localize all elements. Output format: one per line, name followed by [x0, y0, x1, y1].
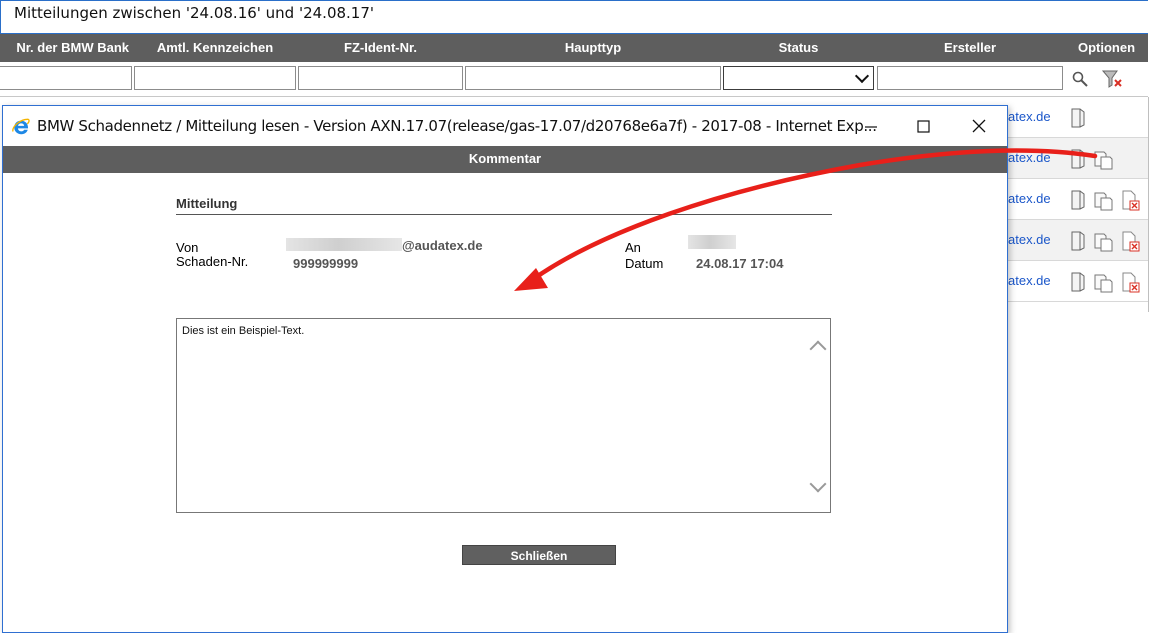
table-row[interactable]: atex.de	[1008, 220, 1148, 261]
read-icon[interactable]	[1068, 230, 1086, 252]
redacted-recipient	[688, 235, 736, 249]
message-popup-window: BMW Schadennetz / Mitteilung lesen - Ver…	[2, 105, 1008, 633]
list-title: Mitteilungen zwischen '24.08.16' und '24…	[0, 0, 1148, 33]
filter-haupttyp-input[interactable]	[465, 66, 721, 90]
table-row[interactable]: atex.de	[1008, 97, 1148, 138]
table-header: Nr. der BMW Bank Amtl. Kennzeichen FZ-Id…	[0, 34, 1148, 62]
close-window-button[interactable]	[957, 110, 1001, 142]
comment-header-bar: Kommentar	[3, 146, 1007, 173]
table-rows-visible: atex.de atex.de atex.de atex.de atex.de	[1008, 97, 1149, 312]
creator-link[interactable]: atex.de	[1008, 191, 1051, 206]
maximize-icon	[917, 120, 930, 133]
section-title: Mitteilung	[176, 196, 238, 211]
message-text: Dies ist ein Beispiel-Text.	[182, 325, 305, 337]
delete-icon[interactable]	[1120, 189, 1140, 211]
filter-status-select[interactable]	[723, 66, 874, 90]
filter-bmw-bank-input[interactable]	[0, 66, 132, 90]
table-row[interactable]: atex.de	[1008, 138, 1148, 179]
date-label: Datum	[625, 256, 664, 271]
filter-fz-ident-input[interactable]	[298, 66, 463, 90]
comments-icon[interactable]	[1092, 271, 1114, 293]
scroll-up-icon[interactable]	[809, 340, 827, 358]
filter-clear-icon[interactable]	[1101, 68, 1125, 90]
minimize-icon	[865, 126, 877, 128]
filter-kennzeichen-input[interactable]	[134, 66, 296, 90]
table-row[interactable]: atex.de	[1008, 261, 1148, 302]
internet-explorer-icon	[12, 118, 30, 135]
column-header-bmw-bank-nr[interactable]: Nr. der BMW Bank	[0, 34, 133, 62]
search-icon[interactable]	[1071, 70, 1089, 88]
creator-link[interactable]: atex.de	[1008, 150, 1051, 165]
column-header-fz-ident[interactable]: FZ-Ident-Nr.	[297, 34, 464, 62]
section-divider	[176, 214, 832, 215]
chevron-down-icon	[854, 68, 870, 84]
delete-icon[interactable]	[1120, 271, 1140, 293]
message-textarea[interactable]: Dies ist ein Beispiel-Text.	[176, 318, 831, 513]
claim-number-value: 999999999	[293, 256, 359, 271]
sender-domain: @audatex.de	[402, 238, 483, 253]
filter-ersteller-input[interactable]	[877, 66, 1063, 90]
close-button[interactable]: Schließen	[462, 545, 616, 565]
column-header-kennzeichen[interactable]: Amtl. Kennzeichen	[133, 34, 297, 62]
read-icon[interactable]	[1068, 148, 1086, 170]
window-titlebar[interactable]: BMW Schadennetz / Mitteilung lesen - Ver…	[3, 106, 1007, 146]
minimize-button[interactable]	[849, 110, 893, 142]
column-header-haupttyp[interactable]: Haupttyp	[464, 34, 722, 62]
to-label: An	[625, 240, 641, 255]
close-icon	[972, 119, 986, 133]
date-value: 24.08.17 17:04	[696, 256, 784, 271]
window-title: BMW Schadennetz / Mitteilung lesen - Ver…	[37, 117, 877, 135]
read-icon[interactable]	[1068, 107, 1086, 129]
delete-icon[interactable]	[1120, 230, 1140, 252]
column-header-optionen: Optionen	[1077, 40, 1136, 55]
filter-row	[0, 62, 1148, 97]
read-icon[interactable]	[1068, 189, 1086, 211]
from-label: Von	[176, 240, 199, 255]
claim-number-label: Schaden-Nr.	[176, 254, 249, 269]
comments-icon[interactable]	[1092, 148, 1114, 170]
column-header-status[interactable]: Status	[722, 34, 875, 62]
creator-link[interactable]: atex.de	[1008, 273, 1051, 288]
read-icon[interactable]	[1068, 271, 1086, 293]
comments-icon[interactable]	[1092, 189, 1114, 211]
redacted-sender	[286, 238, 402, 251]
creator-link[interactable]: atex.de	[1008, 109, 1051, 124]
table-row[interactable]: atex.de	[1008, 179, 1148, 220]
maximize-button[interactable]	[901, 110, 945, 142]
creator-link[interactable]: atex.de	[1008, 232, 1051, 247]
comments-icon[interactable]	[1092, 230, 1114, 252]
column-header-ersteller[interactable]: Ersteller	[875, 34, 1065, 62]
scroll-down-icon[interactable]	[809, 475, 827, 493]
